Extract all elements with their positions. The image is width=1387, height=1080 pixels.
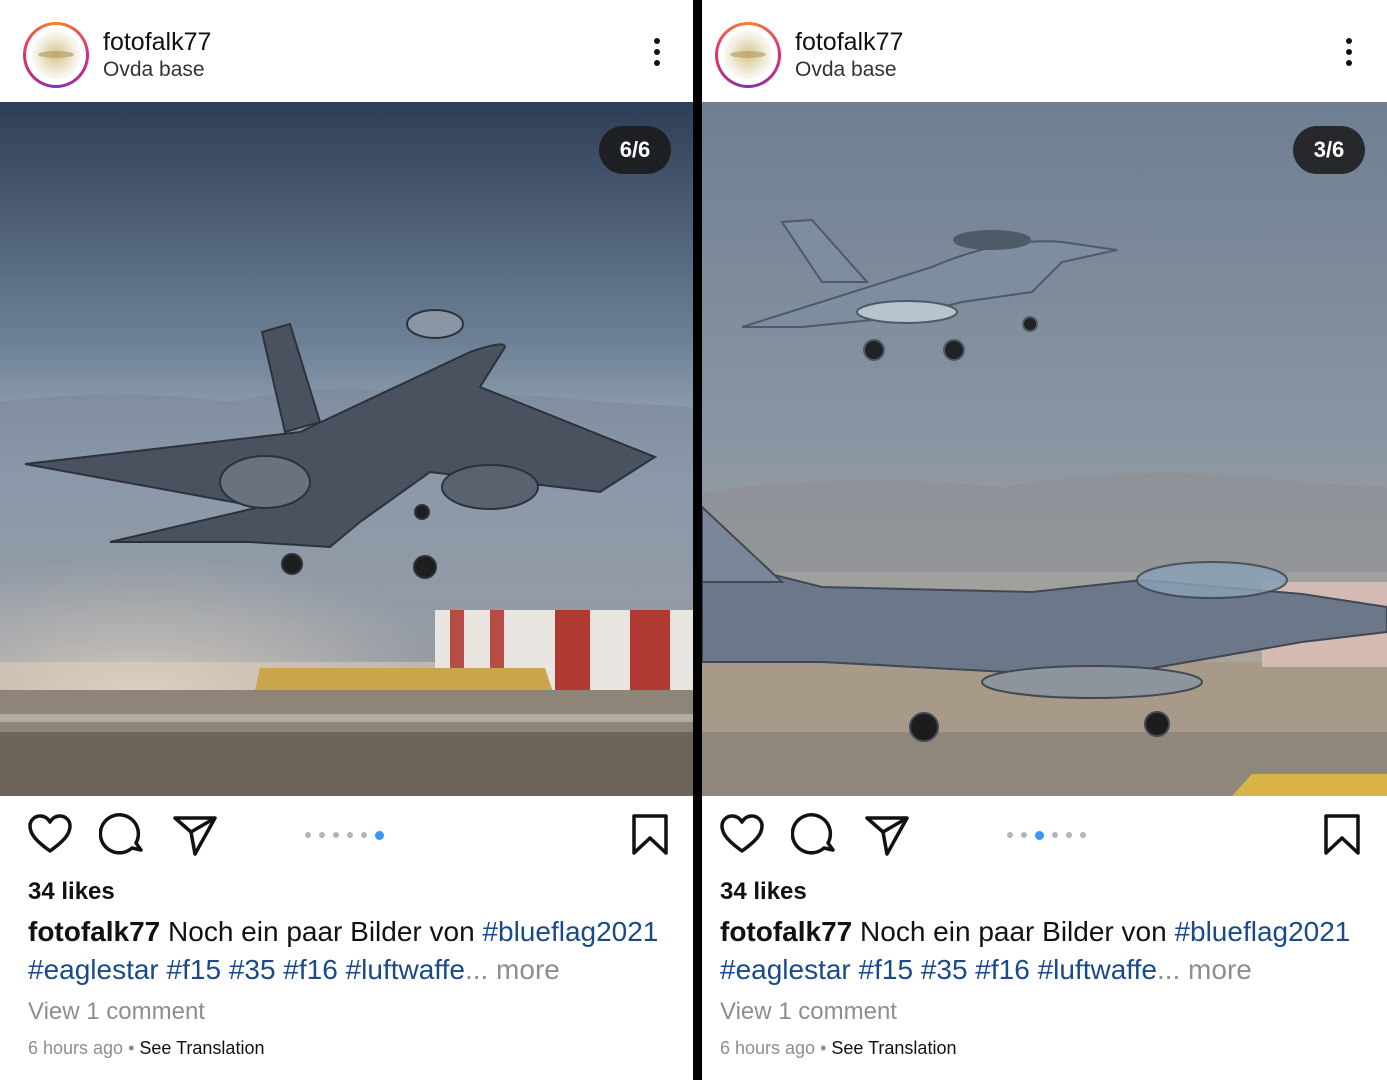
location[interactable]: Ovda base [795, 58, 897, 82]
heart-icon[interactable] [26, 810, 74, 858]
view-comments-link[interactable]: View 1 comment [28, 998, 205, 1026]
hashtags[interactable]: #eaglestar #f15 #35 #f16 #luftwaffe [28, 954, 465, 985]
carousel-dot [361, 832, 367, 838]
carousel-dot [305, 832, 311, 838]
more-options-icon[interactable] [653, 38, 661, 70]
jets-photo [702, 102, 1387, 796]
heart-icon[interactable] [718, 810, 766, 858]
share-icon[interactable] [863, 810, 911, 858]
more-link[interactable]: ... more [1157, 954, 1252, 985]
separator: • [815, 1038, 832, 1058]
carousel-dot [1066, 832, 1072, 838]
post-card: fotofalk77 Ovda base [0, 0, 693, 1080]
carousel-dot [319, 832, 325, 838]
avatar[interactable] [715, 22, 781, 88]
username[interactable]: fotofalk77 [103, 28, 211, 57]
hashtag[interactable]: #blueflag2021 [482, 916, 658, 947]
bookmark-icon[interactable] [1318, 810, 1366, 858]
share-icon[interactable] [171, 810, 219, 858]
slide-counter: 6/6 [599, 126, 671, 174]
carousel-dot [347, 832, 353, 838]
post-card: fotofalk77 Ovda base [702, 0, 1387, 1080]
view-comments-link[interactable]: View 1 comment [720, 998, 897, 1026]
action-bar [0, 810, 693, 866]
separator: • [123, 1038, 140, 1058]
caption-text: Noch ein paar Bilder von [160, 916, 483, 947]
comment-icon[interactable] [790, 810, 839, 858]
caption-username[interactable]: fotofalk77 [720, 916, 852, 947]
avatar[interactable] [23, 22, 89, 88]
action-bar [702, 810, 1387, 866]
username[interactable]: fotofalk77 [795, 28, 903, 57]
see-translation-link[interactable]: See Translation [831, 1038, 956, 1058]
post-meta: 6 hours ago • See Translation [720, 1038, 956, 1059]
carousel-dot [1007, 832, 1013, 838]
carousel-dot [1021, 832, 1027, 838]
see-translation-link[interactable]: See Translation [139, 1038, 264, 1058]
caption[interactable]: fotofalk77 Noch ein paar Bilder von #blu… [720, 913, 1367, 989]
carousel-dot-active [1035, 830, 1044, 840]
caption-username[interactable]: fotofalk77 [28, 916, 160, 947]
post-header: fotofalk77 Ovda base [702, 0, 1387, 102]
likes-count[interactable]: 34 likes [28, 878, 115, 906]
carousel-dot [333, 832, 339, 838]
slide-counter: 3/6 [1293, 126, 1365, 174]
timestamp: 6 hours ago [720, 1038, 816, 1058]
location[interactable]: Ovda base [103, 58, 205, 82]
carousel-dot [1052, 832, 1058, 838]
carousel-indicator [305, 830, 384, 840]
hashtag[interactable]: #blueflag2021 [1174, 916, 1350, 947]
comment-icon[interactable] [98, 810, 147, 858]
hashtags[interactable]: #eaglestar #f15 #35 #f16 #luftwaffe [720, 954, 1157, 985]
likes-count[interactable]: 34 likes [720, 878, 807, 906]
caption-text: Noch ein paar Bilder von [852, 916, 1175, 947]
carousel-dot [1080, 832, 1086, 838]
more-options-icon[interactable] [1345, 38, 1353, 70]
avatar-logo-icon [724, 31, 772, 79]
caption[interactable]: fotofalk77 Noch ein paar Bilder von #blu… [28, 913, 673, 989]
post-header: fotofalk77 Ovda base [0, 0, 693, 102]
carousel-indicator [1007, 830, 1086, 840]
post-meta: 6 hours ago • See Translation [28, 1038, 264, 1059]
post-photo[interactable]: 6/6 [0, 102, 693, 796]
more-link[interactable]: ... more [465, 954, 560, 985]
jet-takeoff-photo [0, 102, 693, 796]
post-photo[interactable]: 3/6 [702, 102, 1387, 796]
timestamp: 6 hours ago [28, 1038, 124, 1058]
avatar-logo-icon [32, 31, 80, 79]
carousel-dot-active [375, 830, 384, 840]
bookmark-icon[interactable] [626, 810, 674, 858]
